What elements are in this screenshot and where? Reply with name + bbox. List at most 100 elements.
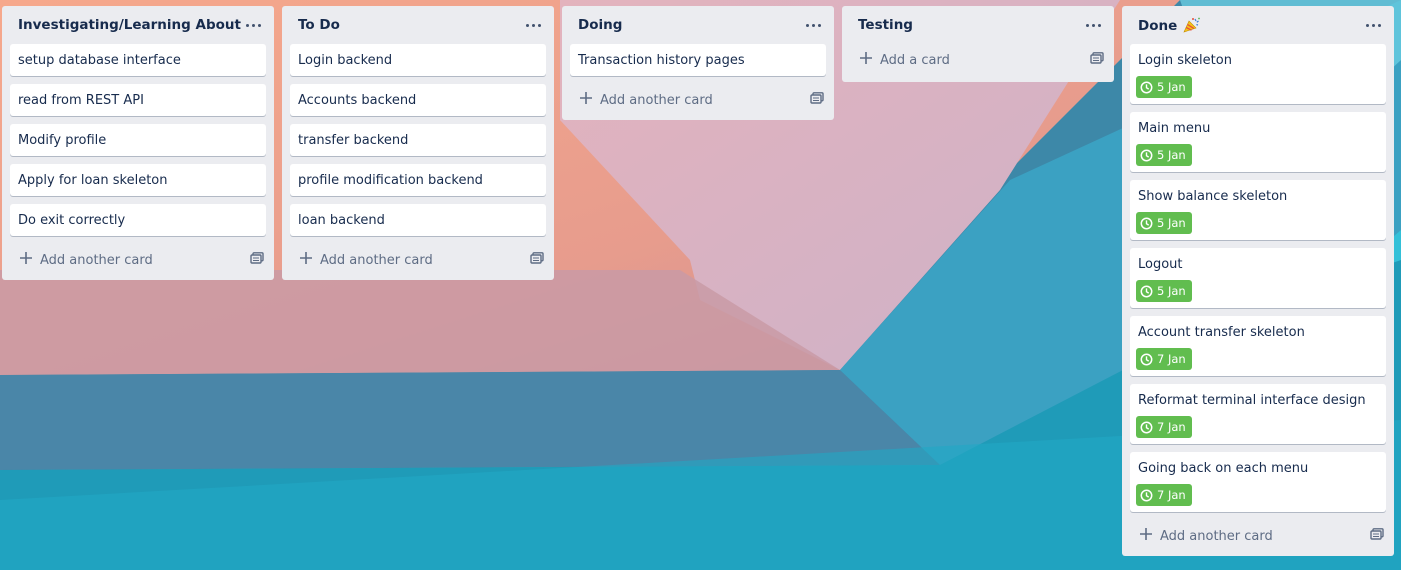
list-title[interactable]: To Do: [298, 17, 340, 33]
due-date-badge[interactable]: 5 Jan: [1136, 280, 1192, 302]
list-testing: Testing Add a card: [842, 6, 1114, 82]
list-menu-button[interactable]: [1084, 11, 1106, 35]
list-to-do: To Do Login backend Accounts backend tra…: [282, 6, 554, 280]
more-dots-icon: [252, 24, 255, 27]
add-card-label: Add another card: [600, 93, 713, 108]
card-template-icon[interactable]: [810, 92, 824, 104]
card-title: Apply for loan skeleton: [18, 173, 168, 188]
list-footer: Add another card: [1122, 520, 1394, 556]
due-date-text: 7 Jan: [1157, 488, 1186, 502]
list-title[interactable]: Done: [1138, 17, 1201, 34]
card-title: Login skeleton: [1138, 53, 1232, 68]
add-card-label: Add another card: [320, 253, 433, 268]
more-dots-icon: [1092, 24, 1095, 27]
list-header[interactable]: Done: [1122, 6, 1394, 44]
card[interactable]: Account transfer skeleton 7 Jan: [1130, 316, 1386, 376]
add-card-button[interactable]: Add another card: [1130, 522, 1340, 550]
card[interactable]: setup database interface: [10, 44, 266, 76]
plus-icon: [1140, 528, 1152, 540]
clock-icon: [1140, 421, 1153, 434]
card[interactable]: transfer backend: [290, 124, 546, 156]
more-dots-icon: [812, 24, 815, 27]
clock-icon: [1140, 285, 1153, 298]
plus-icon: [860, 52, 872, 64]
card-template-icon[interactable]: [1370, 528, 1384, 540]
list-doing: Doing Transaction history pages Add anot…: [562, 6, 834, 120]
list-menu-button[interactable]: [244, 11, 266, 35]
list-menu-button[interactable]: [804, 11, 826, 35]
add-card-button[interactable]: Add another card: [570, 86, 780, 114]
clock-icon: [1140, 353, 1153, 366]
list-menu-button[interactable]: [1364, 11, 1386, 35]
card[interactable]: loan backend: [290, 204, 546, 236]
due-date-text: 5 Jan: [1157, 284, 1186, 298]
card[interactable]: Accounts backend: [290, 84, 546, 116]
more-dots-icon: [246, 24, 249, 27]
more-dots-icon: [1372, 24, 1375, 27]
due-date-text: 5 Jan: [1157, 80, 1186, 94]
due-date-badge[interactable]: 5 Jan: [1136, 144, 1192, 166]
clock-icon: [1140, 81, 1153, 94]
list-menu-button[interactable]: [524, 11, 546, 35]
plus-icon: [20, 252, 32, 264]
card-title: Modify profile: [18, 133, 107, 148]
card[interactable]: Main menu 5 Jan: [1130, 112, 1386, 172]
add-card-button[interactable]: Add another card: [290, 246, 500, 274]
more-dots-icon: [1366, 24, 1369, 27]
add-card-label: Add another card: [1160, 529, 1273, 544]
card[interactable]: Logout 5 Jan: [1130, 248, 1386, 308]
clock-icon: [1140, 149, 1153, 162]
list-header[interactable]: To Do: [282, 6, 554, 44]
card-title: Reformat terminal interface design: [1138, 393, 1366, 408]
due-date-badge[interactable]: 7 Jan: [1136, 416, 1192, 438]
more-dots-icon: [538, 24, 541, 27]
card-title: Logout: [1138, 257, 1183, 272]
due-date-badge[interactable]: 7 Jan: [1136, 348, 1192, 370]
card[interactable]: Do exit correctly: [10, 204, 266, 236]
due-date-badge[interactable]: 5 Jan: [1136, 76, 1192, 98]
card-title: Accounts backend: [298, 93, 417, 108]
due-date-text: 7 Jan: [1157, 352, 1186, 366]
list-footer: Add a card: [842, 44, 1114, 82]
card-template-icon[interactable]: [1090, 52, 1104, 64]
due-date-badge[interactable]: 5 Jan: [1136, 212, 1192, 234]
add-card-button[interactable]: Add a card: [850, 46, 1060, 74]
board-lists: Investigating/Learning About setup datab…: [2, 6, 1401, 566]
card[interactable]: Modify profile: [10, 124, 266, 156]
list-title[interactable]: Doing: [578, 17, 622, 33]
add-card-button[interactable]: Add another card: [10, 246, 220, 274]
more-dots-icon: [1098, 24, 1101, 27]
list-title[interactable]: Investigating/Learning About: [18, 17, 241, 33]
more-dots-icon: [1086, 24, 1089, 27]
list-header[interactable]: Doing: [562, 6, 834, 44]
card[interactable]: read from REST API: [10, 84, 266, 116]
card-title: Going back on each menu: [1138, 461, 1309, 476]
card-title: Show balance skeleton: [1138, 189, 1288, 204]
due-date-text: 5 Jan: [1157, 148, 1186, 162]
card[interactable]: Going back on each menu 7 Jan: [1130, 452, 1386, 512]
card[interactable]: Login skeleton 5 Jan: [1130, 44, 1386, 104]
add-card-label: Add a card: [880, 53, 950, 68]
list-title-text: Done: [1138, 18, 1178, 34]
card-title: Transaction history pages: [578, 53, 745, 68]
card[interactable]: Show balance skeleton 5 Jan: [1130, 180, 1386, 240]
card[interactable]: profile modification backend: [290, 164, 546, 196]
card[interactable]: Login backend: [290, 44, 546, 76]
list-header[interactable]: Testing: [842, 6, 1114, 44]
list-footer: Add another card: [562, 84, 834, 120]
list-header[interactable]: Investigating/Learning About: [2, 6, 274, 44]
more-dots-icon: [526, 24, 529, 27]
list-done: Done Login skeleton 5 Jan Main menu 5 Ja…: [1122, 6, 1394, 556]
card-template-icon[interactable]: [250, 252, 264, 264]
card[interactable]: Apply for loan skeleton: [10, 164, 266, 196]
card[interactable]: Reformat terminal interface design 7 Jan: [1130, 384, 1386, 444]
list-title[interactable]: Testing: [858, 17, 913, 33]
card-template-icon[interactable]: [530, 252, 544, 264]
card[interactable]: Transaction history pages: [570, 44, 826, 76]
more-dots-icon: [1378, 24, 1381, 27]
list-footer: Add another card: [282, 244, 554, 280]
card-title: Login backend: [298, 53, 393, 68]
add-card-label: Add another card: [40, 253, 153, 268]
more-dots-icon: [806, 24, 809, 27]
due-date-badge[interactable]: 7 Jan: [1136, 484, 1192, 506]
